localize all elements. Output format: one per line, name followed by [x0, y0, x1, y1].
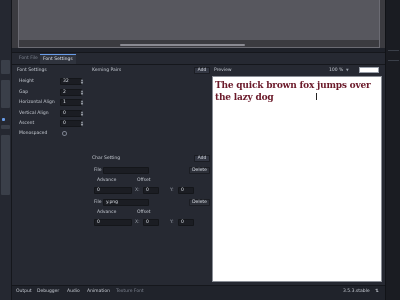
advance-field[interactable]: 0: [94, 187, 132, 194]
statusbar-texture-font-button[interactable]: Texture Font: [116, 288, 144, 296]
vertical-align-label: Vertical Align: [19, 111, 49, 116]
text-caret: [316, 93, 317, 100]
panel-tabbar: Font File Font Settings: [12, 54, 385, 64]
offset-x-field[interactable]: 0: [143, 219, 159, 226]
preview-area[interactable]: The quick brown fox jumps over the lazy …: [212, 76, 382, 282]
statusbar-animation-button[interactable]: Animation: [87, 288, 110, 296]
delete-char-button[interactable]: Delete: [189, 199, 210, 206]
node-icon[interactable]: [2, 118, 5, 121]
dock-handle[interactable]: [1, 135, 10, 195]
dock-divider: [388, 50, 399, 51]
gap-label: Gap: [19, 90, 29, 95]
offset-y-field[interactable]: 0: [178, 187, 194, 194]
filter-icon[interactable]: [1, 125, 10, 129]
add-kerning-button[interactable]: Add: [194, 67, 210, 74]
statusbar-audio-button[interactable]: Audio: [67, 288, 80, 296]
height-spinbox[interactable]: 32: [60, 78, 82, 85]
dock-divider: [388, 60, 399, 61]
horizontal-align-label: Horizontal Align: [19, 100, 55, 105]
version-label: 3.5.3.stable: [343, 289, 370, 294]
offset-y-label: Y:: [170, 188, 174, 193]
spinbox-arrows-icon[interactable]: ▲ ▼: [80, 110, 84, 116]
spinbox-arrows-icon[interactable]: ▲ ▼: [80, 89, 84, 95]
horizontal-align-spinbox[interactable]: 1: [60, 99, 82, 106]
dock-handle[interactable]: [1, 80, 10, 108]
file-label: File: [94, 168, 102, 173]
offset-label: Offset: [137, 178, 151, 183]
left-dock-strip: [0, 0, 12, 300]
spinbox-arrows-icon[interactable]: ▲ ▼: [80, 78, 84, 84]
tab-separator: [12, 64, 385, 65]
file-path-field[interactable]: y.png: [103, 199, 149, 206]
preview-sample-text: The quick brown fox jumps over the lazy …: [215, 81, 371, 103]
file-label: File: [94, 200, 102, 205]
offset-x-field[interactable]: 0: [143, 187, 159, 194]
offset-label: Offset: [137, 210, 151, 215]
offset-x-label: X:: [135, 188, 140, 193]
right-dock-strip: [385, 0, 400, 300]
dock-handle[interactable]: [1, 60, 10, 74]
offset-y-label: Y:: [170, 220, 174, 225]
font-settings-header: Font Settings: [17, 68, 47, 73]
advance-label: Advance: [97, 178, 117, 183]
ascent-label: Ascent: [19, 121, 35, 126]
spinbox-arrows-icon[interactable]: ▲ ▼: [80, 99, 84, 105]
spinbox-arrows-icon[interactable]: ▲ ▼: [80, 120, 84, 126]
chevron-down-icon[interactable]: ▼: [346, 67, 349, 74]
tab-font-file[interactable]: Font File: [16, 54, 41, 64]
vertical-align-spinbox[interactable]: 0: [60, 110, 82, 117]
tab-font-settings[interactable]: Font Settings: [40, 54, 76, 64]
viewport-frame: [18, 0, 380, 48]
offset-x-label: X:: [135, 220, 140, 225]
preview-header: Preview: [214, 68, 232, 73]
preview-color-picker[interactable]: [359, 67, 379, 73]
monospaced-label: Monospaced: [19, 131, 48, 136]
advance-field[interactable]: 0: [94, 219, 132, 226]
advance-label: Advance: [97, 210, 117, 215]
add-char-button[interactable]: Add: [194, 155, 210, 162]
offset-y-field[interactable]: 0: [178, 219, 194, 226]
horizontal-scrollbar[interactable]: [120, 44, 245, 46]
gap-spinbox[interactable]: 2: [60, 89, 82, 96]
delete-char-button[interactable]: Delete: [189, 167, 210, 174]
statusbar-debugger-button[interactable]: Debugger: [37, 288, 59, 296]
statusbar-output-button[interactable]: Output: [16, 288, 32, 296]
ascent-spinbox[interactable]: 0: [60, 120, 82, 127]
char-setting-header: Char Setting: [92, 156, 121, 161]
kerning-pairs-header: Kerning Pairs: [92, 68, 122, 73]
height-label: Height: [19, 79, 34, 84]
expand-panel-icon[interactable]: ⇅: [375, 288, 379, 296]
zoom-select[interactable]: 100 %: [329, 67, 343, 74]
file-path-field[interactable]: [103, 167, 149, 174]
monospaced-checkbox[interactable]: [62, 131, 67, 136]
